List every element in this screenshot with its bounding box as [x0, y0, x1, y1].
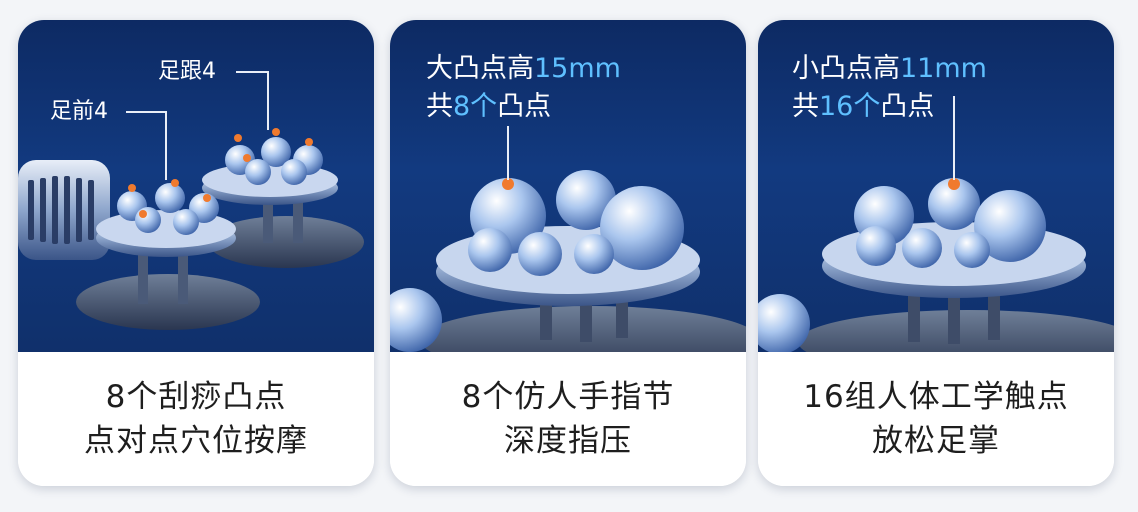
node-height-spec: 大凸点高15mm	[426, 50, 621, 88]
heel-nodes-label: 足跟4	[158, 59, 216, 84]
spec-text: 小凸点高11mm 共16个凸点	[792, 50, 987, 126]
spec-count: 16个	[819, 91, 881, 122]
massager-head-photo: 小凸点高11mm 共16个凸点	[758, 20, 1114, 352]
spec-value: 15mm	[534, 53, 621, 84]
spec-prefix: 共	[426, 91, 453, 122]
card-caption: 8个刮痧凸点 点对点穴位按摩	[18, 352, 374, 486]
node-count-spec: 共8个凸点	[426, 88, 621, 126]
feature-card-ergonomic-contacts: 小凸点高11mm 共16个凸点 16组人体工学触点 放松足掌	[758, 20, 1114, 486]
forefoot-nodes-label: 足前4	[50, 99, 108, 124]
caption-line-2: 点对点穴位按摩	[84, 423, 308, 459]
spec-value: 11mm	[900, 53, 987, 84]
massager-head-photo: 足跟4 足前4	[18, 20, 374, 352]
caption-line-1: 16组人体工学触点	[803, 379, 1069, 415]
spec-prefix: 共	[792, 91, 819, 122]
spec-suffix: 凸点	[497, 91, 552, 122]
card-caption: 16组人体工学触点 放松足掌	[758, 352, 1114, 486]
feature-card-finger-knuckles: 大凸点高15mm 共8个凸点 8个仿人手指节 深度指压	[390, 20, 746, 486]
caption-line-2: 放松足掌	[872, 423, 1000, 459]
card-caption: 8个仿人手指节 深度指压	[390, 352, 746, 486]
caption-line-2: 深度指压	[504, 423, 632, 459]
caption-line-1: 8个仿人手指节	[461, 379, 675, 415]
spec-text: 大凸点高15mm 共8个凸点	[426, 50, 621, 126]
feature-card-scraping-nodes: 足跟4 足前4 8个刮痧凸点 点对点穴位按摩	[18, 20, 374, 486]
caption-line-1: 8个刮痧凸点	[105, 379, 287, 415]
node-count-spec: 共16个凸点	[792, 88, 987, 126]
massager-head-photo: 大凸点高15mm 共8个凸点	[390, 20, 746, 352]
spec-suffix: 凸点	[880, 91, 935, 122]
spec-label: 大凸点高	[426, 53, 534, 84]
node-height-spec: 小凸点高11mm	[792, 50, 987, 88]
spec-count: 8个	[453, 91, 498, 122]
spec-label: 小凸点高	[792, 53, 900, 84]
